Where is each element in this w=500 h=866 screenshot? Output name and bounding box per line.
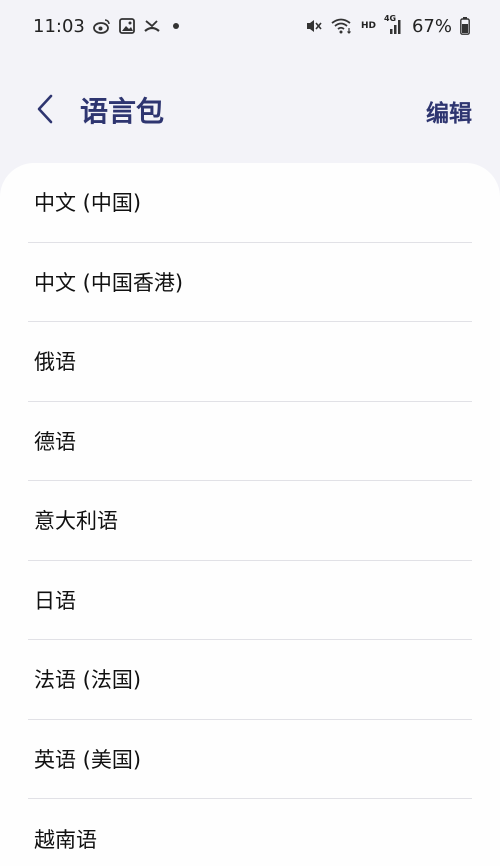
missed-call-icon: [143, 18, 161, 34]
app-bar: 语言包 编辑: [0, 78, 500, 140]
battery-icon: [460, 17, 470, 35]
language-item[interactable]: 英语 (美国): [28, 720, 472, 799]
language-item[interactable]: 德语: [28, 402, 472, 481]
page-title: 语言包: [80, 95, 165, 128]
language-item[interactable]: 俄语: [28, 322, 472, 402]
wifi-icon: [331, 18, 353, 34]
battery-percent: 67%: [411, 15, 452, 37]
edit-button[interactable]: 编辑: [426, 94, 472, 128]
status-bar: 11:03 HD 4G 67%: [0, 0, 500, 52]
status-bar-right: HD 4G 67%: [305, 14, 470, 37]
signal-4g-icon: 4G: [383, 14, 404, 35]
language-item[interactable]: 法语 (法国): [28, 640, 472, 720]
status-time: 11:03: [33, 15, 85, 37]
weibo-icon: [92, 18, 111, 34]
mute-icon: [305, 18, 323, 34]
language-item[interactable]: 越南语: [28, 799, 472, 866]
status-bar-left: 11:03: [33, 16, 179, 37]
network-type-label: 4G: [383, 14, 397, 23]
language-list: 中文 (中国) 中文 (中国香港) 俄语 德语 意大利语 日语 法语 (法国) …: [0, 163, 500, 866]
hd-icon: HD: [360, 21, 376, 31]
language-item[interactable]: 中文 (中国): [28, 163, 472, 243]
chevron-left-icon: [37, 94, 53, 124]
image-icon: [118, 18, 135, 34]
language-item[interactable]: 意大利语: [28, 481, 472, 561]
back-button[interactable]: [28, 92, 62, 126]
notification-dot-icon: [169, 23, 179, 29]
language-item[interactable]: 中文 (中国香港): [28, 243, 472, 322]
language-item[interactable]: 日语: [28, 561, 472, 640]
